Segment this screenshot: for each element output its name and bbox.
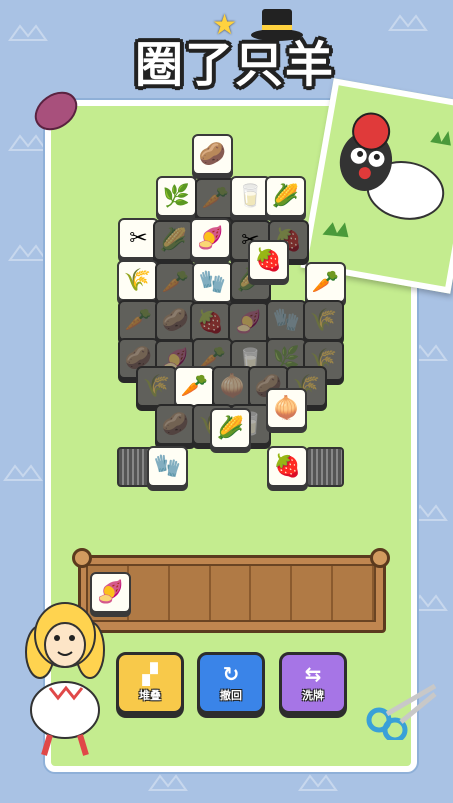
tile-sweet-potato[interactable]: 🍠: [190, 218, 231, 259]
tray-cap-right: [370, 548, 390, 568]
corn-icon: 🌽: [271, 184, 300, 209]
right-tile-stack: [306, 447, 344, 487]
tile-potato: 🥔: [155, 404, 196, 445]
tile-onion[interactable]: 🧅: [266, 388, 307, 429]
shuffle-icon: ⇆: [304, 662, 322, 686]
scissors-decoration-icon: [366, 683, 437, 740]
tile-glove[interactable]: 🧤: [147, 446, 188, 487]
tile-corn[interactable]: 🌽: [265, 176, 306, 217]
tile-glove[interactable]: 🧤: [192, 262, 233, 303]
tile-onion: 🧅: [212, 366, 253, 407]
onion-icon: 🧅: [218, 374, 247, 399]
corn-icon: 🌽: [216, 416, 245, 441]
corn-icon: 🌽: [159, 228, 188, 253]
sweet-potato-icon: 🍠: [196, 226, 225, 251]
wheat-icon: 🌾: [142, 374, 171, 399]
star-icon: ★: [212, 8, 238, 41]
glove-icon: 🧤: [272, 308, 301, 333]
sweet-potato-icon: 🍠: [234, 310, 263, 335]
tile-grass[interactable]: 🌿: [156, 176, 197, 217]
potato-icon: 🥔: [161, 308, 190, 333]
tile-carrot[interactable]: 🥕: [174, 366, 215, 407]
tile-glove: 🧤: [266, 300, 307, 341]
top-hat-icon: [251, 9, 303, 41]
grass-icon: 🌿: [162, 184, 191, 209]
wheat-icon: 🌾: [309, 308, 338, 333]
potato-icon: 🥔: [161, 412, 190, 437]
tile-carrot: 🥕: [118, 300, 159, 341]
tile-sweet-potato: 🍠: [228, 302, 269, 343]
carrot-icon: 🥕: [124, 308, 153, 333]
sheep-icon: [322, 112, 451, 238]
glove-icon: 🧤: [198, 270, 227, 295]
potato-icon: 🥔: [198, 142, 227, 167]
sweet-potato-decoration-icon: [34, 91, 78, 131]
stack-icon: ▞: [142, 662, 158, 686]
tile-potato[interactable]: 🥔: [192, 134, 233, 175]
tray-cap-left: [72, 548, 92, 568]
undo-icon: ↻: [222, 662, 240, 686]
tile-wheat[interactable]: 🌾: [117, 260, 158, 301]
onion-icon: 🧅: [272, 396, 301, 421]
undo-button[interactable]: ↻ 撤回: [197, 652, 265, 714]
tile-strawberry[interactable]: 🍓: [267, 446, 308, 487]
sheep-girl-character-icon: [25, 602, 105, 756]
strawberry-icon: 🍓: [196, 310, 225, 335]
tile-carrot: 🥕: [155, 262, 196, 303]
carrot-icon: 🥕: [201, 186, 230, 211]
carrot-icon: 🥕: [311, 270, 340, 295]
wheat-icon: 🌾: [123, 268, 152, 293]
tile-corn[interactable]: 🌽: [210, 408, 251, 449]
tile-corn: 🌽: [153, 220, 194, 261]
tile-carrot[interactable]: 🥕: [305, 262, 346, 303]
tile-strawberry: 🍓: [190, 302, 231, 343]
scissors-icon: ✂: [129, 226, 148, 251]
tile-strawberry[interactable]: 🍓: [248, 240, 289, 281]
shuffle-button[interactable]: ⇆ 洗牌: [279, 652, 347, 714]
carrot-icon: 🥕: [180, 374, 209, 399]
strawberry-icon: 🍓: [254, 248, 283, 273]
carrot-icon: 🥕: [161, 270, 190, 295]
tile-wheat: 🌾: [303, 300, 344, 341]
milk-icon: 🥛: [236, 184, 265, 209]
tile-wheat: 🌾: [136, 366, 177, 407]
